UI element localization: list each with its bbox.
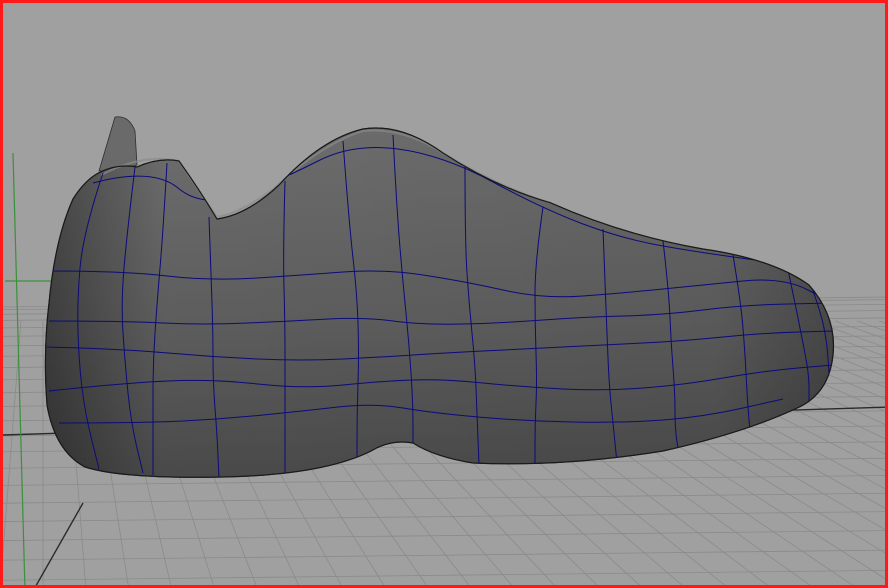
grid-line <box>3 475 885 486</box>
grid-line <box>878 320 885 324</box>
grid-line <box>35 502 84 585</box>
shoe-mesh[interactable] <box>44 116 835 479</box>
viewport-scene[interactable] <box>3 3 888 588</box>
perspective-viewport[interactable] <box>0 0 888 588</box>
grid-line <box>3 530 885 541</box>
grid-line <box>3 492 885 504</box>
y-axis-line <box>12 152 26 585</box>
grid-line <box>3 511 885 522</box>
grid-line <box>834 320 885 340</box>
grid-line <box>3 569 885 581</box>
